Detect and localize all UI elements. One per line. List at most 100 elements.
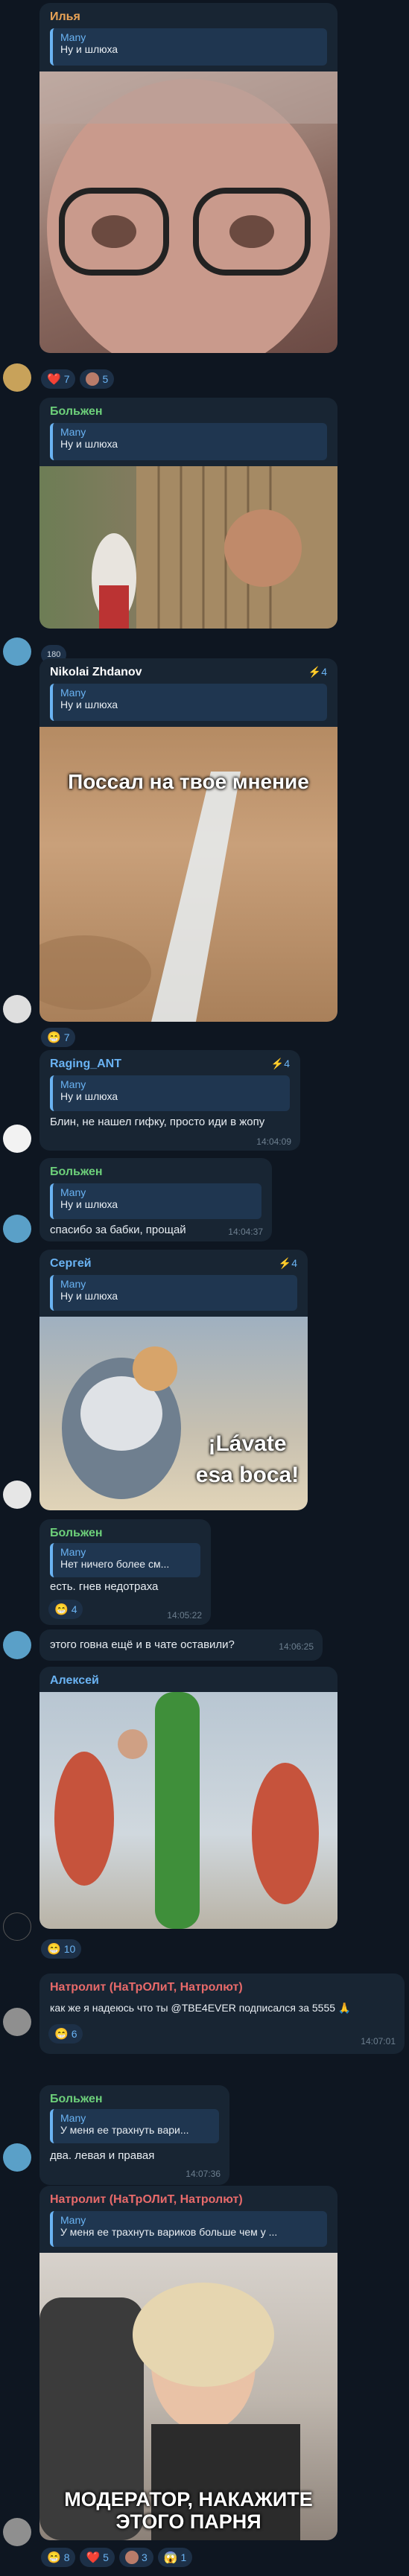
message-bubble[interactable]: Raging_ANT ⚡4 Many Ну и шлюха Блин, не н… [39, 1050, 300, 1151]
quote-text: Ну и шлюха [60, 43, 118, 55]
reaction-smile[interactable]: 😁 6 [48, 2024, 83, 2044]
message-bubble[interactable]: этого говна ещё и в чате оставили? 14:06… [39, 1629, 323, 1661]
media-gif[interactable]: ¡Lávate esa boca! [39, 1317, 308, 1510]
scream-icon: 😱 [163, 2551, 178, 2564]
avatar[interactable] [3, 1912, 31, 1941]
quote-author: Many [60, 426, 86, 438]
quote-text: У меня ее трахнуть вари... [60, 2124, 189, 2136]
message-bubble[interactable]: Больжен Many У меня ее трахнуть вари... … [39, 2085, 229, 2185]
timestamp: 14:06:25 [279, 1641, 314, 1652]
quote-text: У меня ее трахнуть вариков больше чем у … [60, 2226, 278, 2238]
avatar[interactable] [3, 995, 31, 1023]
message-bubble[interactable]: Больжен Many Ну и шлюха [39, 398, 337, 629]
reaction-avatar[interactable]: 5 [80, 369, 115, 389]
message-5: Больжен Many Ну и шлюха спасибо за бабки… [0, 1158, 409, 1247]
avatar[interactable] [3, 1125, 31, 1153]
quote-text: Ну и шлюха [60, 1090, 118, 1102]
boost-badge: ⚡4 [278, 1257, 297, 1269]
message-7: Больжен Many Нет ничего более см... есть… [0, 1519, 409, 1631]
message-bubble[interactable]: Больжен Many Нет ничего более см... есть… [39, 1519, 211, 1625]
reaction-avatar[interactable]: 3 [118, 2548, 153, 2567]
sender-name[interactable]: Больжен [50, 405, 103, 419]
quote-author: Many [60, 1186, 86, 1198]
avatar[interactable] [3, 2518, 31, 2546]
avatar[interactable] [3, 1481, 31, 1509]
sender-name[interactable]: Больжен [50, 2093, 103, 2106]
heart-icon: ❤️ [86, 2551, 101, 2564]
message-bubble[interactable]: Сергей ⚡4 Many Ну и шлюха ¡Lávate esa bo… [39, 1250, 308, 1510]
reaction-heart[interactable]: ❤️ 5 [80, 2548, 115, 2567]
message-bubble[interactable]: Натролит (НаТрОЛиТ, Натролют) как же я н… [39, 1974, 405, 2054]
boost-badge: ⚡4 [308, 666, 327, 678]
media-gif[interactable]: Поссал на твое мнение [39, 727, 337, 1022]
quote-author: Many [60, 2214, 86, 2226]
avatar[interactable] [3, 1215, 31, 1243]
quote-text: Ну и шлюха [60, 699, 118, 710]
message-12: Натролит (НаТрОЛиТ, Натролют) Many У мен… [0, 2186, 409, 2576]
sender-name[interactable]: Алексей [50, 1674, 99, 1688]
reactions-bar: ❤️ 7 5 [41, 369, 115, 389]
sender-name[interactable]: Илья [50, 10, 80, 24]
sender-name[interactable]: Натролит (НаТрОЛиТ, Натролют) [50, 1981, 243, 1994]
sender-name[interactable]: Больжен [50, 1527, 103, 1540]
message-bubble[interactable]: Натролит (НаТрОЛиТ, Натролют) Many У мен… [39, 2186, 337, 2540]
message-bubble[interactable]: Алексей [39, 1667, 337, 1929]
quote-author: Many [60, 2112, 86, 2124]
sender-name[interactable]: Больжен [50, 1165, 103, 1179]
sender-name[interactable]: Raging_ANT [50, 1058, 121, 1071]
smile-icon: 😁 [54, 2028, 69, 2041]
reply-quote[interactable]: Many Ну и шлюха [50, 684, 327, 721]
reactions-bar: 😁 6 [48, 2024, 83, 2044]
reaction-smile[interactable]: 😁 7 [41, 1028, 76, 1047]
reaction-smile[interactable]: 😁 10 [41, 1939, 82, 1959]
smile-icon: 😁 [54, 1603, 69, 1616]
cactus-scene-illustration [54, 1692, 319, 1929]
photo-caption: МОДЕРАТОР, НАКАЖИТЕ ЭТОГО ПАРНЯ [64, 2488, 313, 2533]
avatar[interactable] [3, 2143, 31, 2172]
avatar[interactable] [3, 1631, 31, 1659]
sender-name[interactable]: Nikolai Zhdanov [50, 666, 142, 679]
message-bubble[interactable]: Больжен Many Ну и шлюха спасибо за бабки… [39, 1158, 272, 1241]
quote-author: Many [60, 1546, 86, 1558]
timestamp: 14:04:37 [228, 1227, 263, 1237]
reactions-bar: 😁 8 ❤️ 5 3 😱 1 [41, 2548, 193, 2567]
reactions-bar: 😁 7 [41, 1028, 76, 1047]
reply-quote[interactable]: Many У меня ее трахнуть вариков больше ч… [50, 2211, 327, 2247]
message-bubble[interactable]: Илья Many Ну и шлюха [39, 3, 337, 353]
message-text: как же я надеюсь что ты @TBE4EVER подпис… [50, 2002, 352, 2014]
reaction-heart[interactable]: ❤️ 7 [41, 369, 76, 389]
media-photo[interactable]: МОДЕРАТОР, НАКАЖИТЕ ЭТОГО ПАРНЯ [39, 2253, 337, 2540]
message-text: Блин, не нашел гифку, просто иди в жопу [50, 1116, 265, 1128]
reply-quote[interactable]: Many У меня ее трахнуть вари... [50, 2109, 219, 2143]
quote-text: Ну и шлюха [60, 1290, 118, 1302]
message-1: Илья Many Ну и шлюха ❤️ 7 5 [0, 0, 409, 395]
message-bubble[interactable]: Nikolai Zhdanov ⚡4 Many Ну и шлюха Посса… [39, 658, 337, 1022]
message-11: Больжен Many У меня ее трахнуть вари... … [0, 2085, 409, 2189]
quote-author: Many [60, 1078, 86, 1090]
avatar[interactable] [3, 2008, 31, 2036]
media-gif[interactable] [39, 466, 337, 629]
quote-author: Many [60, 1278, 86, 1290]
avatar[interactable] [3, 363, 31, 392]
reply-quote[interactable]: Many Нет ничего более см... [50, 1543, 200, 1577]
reply-quote[interactable]: Many Ну и шлюха [50, 1075, 290, 1111]
reply-quote[interactable]: Many Ну и шлюха [50, 1275, 297, 1311]
quote-text: Нет ничего более см... [60, 1558, 170, 1570]
sender-name[interactable]: Сергей [50, 1257, 92, 1270]
media-photo[interactable] [39, 71, 337, 353]
fence-scene-illustration [92, 466, 337, 629]
reaction-scream[interactable]: 😱 1 [157, 2548, 193, 2567]
reply-quote[interactable]: Many Ну и шлюха [50, 28, 327, 66]
message-text: есть. гнев недотраха [50, 1580, 159, 1593]
smile-icon: 😁 [47, 1031, 61, 1044]
sender-name[interactable]: Натролит (НаТрОЛиТ, Натролют) [50, 2193, 243, 2207]
quote-text: Ну и шлюха [60, 438, 118, 450]
avatar-icon [86, 372, 100, 386]
reaction-smile[interactable]: 😁 4 [48, 1600, 83, 1619]
reaction-smile[interactable]: 😁 8 [41, 2548, 76, 2567]
reply-quote[interactable]: Many Ну и шлюха [50, 1183, 261, 1219]
reply-quote[interactable]: Many Ну и шлюха [50, 423, 327, 460]
timestamp: 14:05:22 [167, 1610, 202, 1621]
avatar-icon [124, 2551, 139, 2564]
media-gif[interactable] [39, 1692, 337, 1929]
